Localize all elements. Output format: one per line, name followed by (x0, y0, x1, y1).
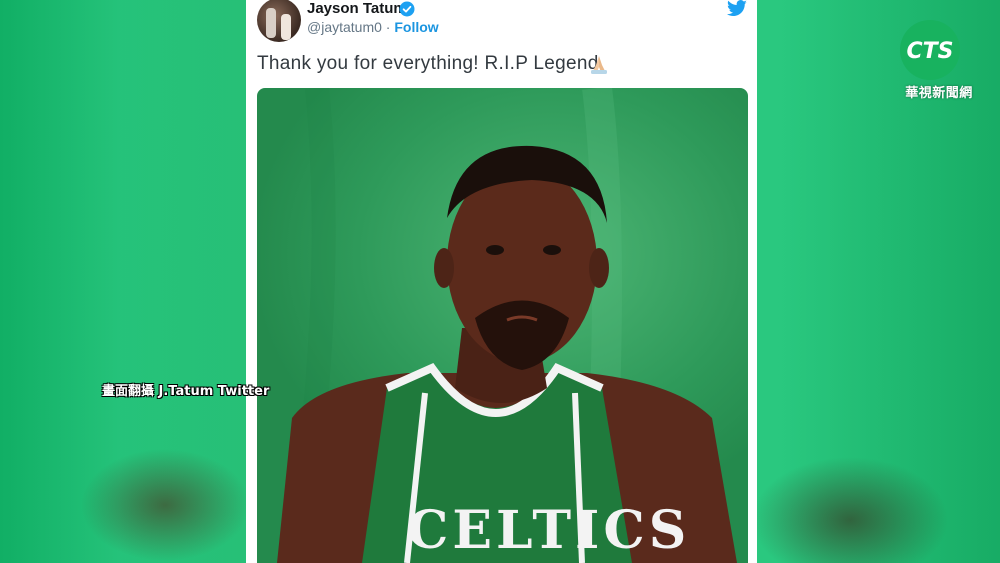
twitter-bird-icon[interactable] (726, 0, 748, 18)
tweet-card: Jayson Tatum @jaytatum0 · Follow Thank y… (246, 0, 757, 563)
svg-text:CTS: CTS (907, 39, 954, 64)
tweet-photo[interactable]: CELTICS (257, 88, 748, 563)
cts-logo-icon: CTS (900, 20, 974, 80)
verified-badge-icon (399, 1, 415, 17)
tweet-text: Thank you for everything! R.I.P Legend (257, 53, 599, 74)
handle-row: @jaytatum0 · Follow (307, 19, 439, 35)
background-left-panel (0, 0, 260, 563)
user-handle[interactable]: @jaytatum0 (307, 19, 382, 35)
jersey-lettering: CELTICS (407, 500, 690, 561)
user-display-name[interactable]: Jayson Tatum (307, 0, 407, 17)
avatar-figure (266, 8, 276, 38)
source-caption: 畫面翻攝 J.Tatum Twitter (102, 384, 270, 399)
portrait-illustration: CELTICS (277, 88, 737, 563)
follow-button[interactable]: Follow (394, 19, 438, 35)
folded-hands-icon (591, 56, 607, 74)
user-avatar[interactable] (257, 0, 301, 42)
cts-subtitle: 華視新聞網 (905, 86, 973, 101)
handle-separator: · (381, 19, 395, 35)
avatar-figure-child (281, 14, 291, 40)
